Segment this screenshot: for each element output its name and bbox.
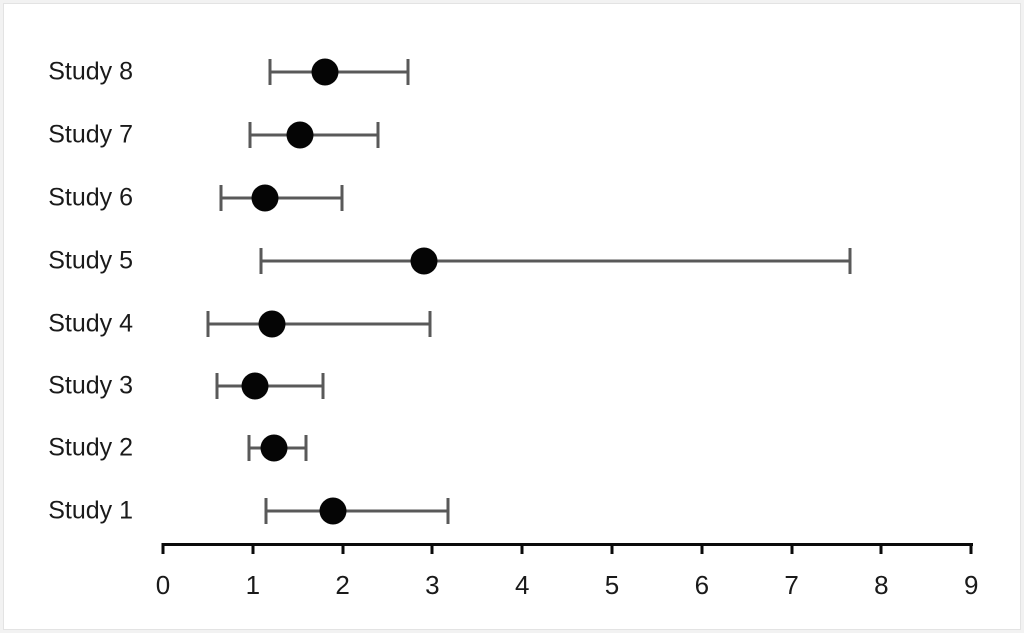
plot-area: Study 8 Study 7 Study 6 Study 5 Study 4 Study…: [0, 0, 1024, 633]
confidence-interval-lower-cap: [219, 185, 223, 211]
x-axis-tick-label: 7: [784, 570, 799, 600]
x-axis-tick: [161, 543, 165, 554]
x-axis-tick-label: 1: [245, 570, 261, 600]
study-label-3: Study 6: [48, 183, 133, 212]
confidence-interval-lower-cap: [215, 373, 219, 399]
confidence-interval-upper-cap: [428, 311, 432, 337]
x-axis-tick: [341, 543, 345, 554]
confidence-interval-line: [260, 259, 850, 263]
point-estimate-marker: [410, 247, 438, 275]
x-axis-tick: [969, 543, 973, 554]
confidence-interval-lower-cap: [264, 498, 268, 524]
confidence-interval-upper-cap: [304, 435, 308, 461]
x-axis-tick-label: 6: [694, 570, 710, 600]
confidence-interval-lower-cap: [206, 311, 210, 337]
confidence-interval-upper-cap: [406, 59, 410, 85]
study-label-1: Study 8: [48, 57, 133, 86]
point-estimate-marker: [258, 310, 286, 338]
point-estimate-marker: [260, 434, 288, 462]
confidence-interval-lower-cap: [268, 59, 272, 85]
x-axis-tick-label: 2: [335, 570, 350, 600]
study-label-5: Study 4: [48, 309, 133, 338]
x-axis-tick-label: 0: [155, 570, 171, 600]
confidence-interval-upper-cap: [376, 122, 380, 148]
study-label-6: Study 3: [48, 371, 133, 400]
confidence-interval-line: [250, 133, 379, 137]
x-axis-tick: [790, 543, 794, 554]
study-label-8: Study 1: [48, 496, 133, 525]
confidence-interval-upper-cap: [848, 248, 852, 274]
x-axis-tick-label: 8: [874, 570, 889, 600]
x-axis-tick: [430, 543, 434, 554]
confidence-interval-line: [266, 509, 448, 513]
confidence-interval-upper-cap: [340, 185, 344, 211]
x-axis-line: [162, 543, 974, 546]
x-axis-tick-label: 4: [514, 570, 530, 600]
point-estimate-marker: [286, 121, 314, 149]
confidence-interval-lower-cap: [248, 122, 252, 148]
point-estimate-marker: [241, 372, 269, 400]
confidence-interval-line: [221, 196, 342, 200]
confidence-interval-line: [216, 384, 323, 388]
study-label-4: Study 5: [48, 246, 133, 275]
x-axis-tick: [251, 543, 255, 554]
study-label-2: Study 7: [48, 120, 133, 149]
x-axis-tick-label: 5: [604, 570, 620, 600]
x-axis-tick: [610, 543, 614, 554]
x-axis-tick: [700, 543, 704, 554]
study-label-7: Study 2: [48, 433, 133, 462]
x-axis-tick: [879, 543, 883, 554]
x-axis-tick-label: 9: [963, 570, 979, 600]
point-estimate-marker: [311, 58, 339, 86]
point-estimate-marker: [319, 497, 347, 525]
confidence-interval-upper-cap: [446, 498, 450, 524]
x-axis-tick-label: 3: [425, 570, 440, 600]
confidence-interval-line: [207, 322, 430, 326]
confidence-interval-upper-cap: [321, 373, 325, 399]
forest-plot-figure: Study 8 Study 7 Study 6 Study 5 Study 4 Study…: [0, 0, 1024, 633]
confidence-interval-lower-cap: [259, 248, 263, 274]
confidence-interval-lower-cap: [247, 435, 251, 461]
x-axis-tick: [520, 543, 524, 554]
point-estimate-marker: [251, 184, 279, 212]
